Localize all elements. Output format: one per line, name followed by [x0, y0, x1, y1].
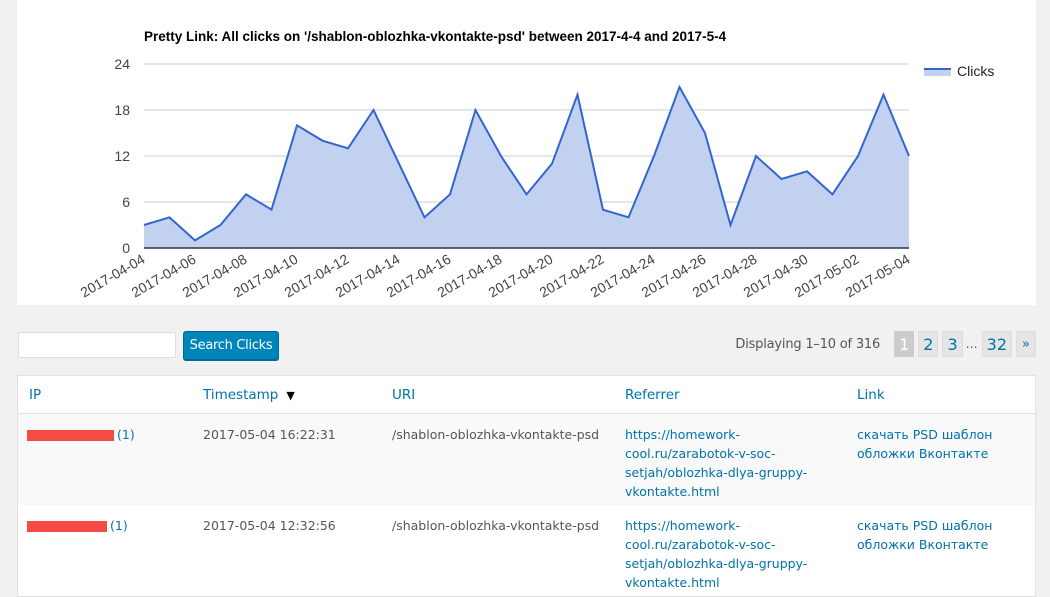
pretty-link[interactable]: скачать PSD шаблон обложки Вконтакте: [857, 516, 992, 554]
referrer-line: https://homework-: [625, 518, 741, 533]
column-header-timestamp[interactable]: Timestamp ▼: [203, 387, 295, 403]
column-header-timestamp-label: Timestamp: [203, 387, 279, 403]
table-row: (1) 2017-05-04 12:32:56 /shablon-oblozhk…: [18, 505, 1035, 596]
next-page-button[interactable]: »: [1016, 331, 1036, 357]
referrer-line: vkontakte.html: [625, 575, 720, 590]
timestamp-cell: 2017-05-04 12:32:56: [203, 518, 336, 533]
column-header-ip[interactable]: IP: [29, 387, 41, 403]
page-last-link[interactable]: 32: [981, 331, 1012, 357]
ip-cell: (1): [27, 516, 128, 535]
table-header: IP Timestamp ▼ URI Referrer Link: [18, 376, 1035, 414]
column-header-referrer[interactable]: Referrer: [625, 387, 680, 403]
link-line: скачать PSD шаблон: [857, 518, 993, 533]
column-header-link[interactable]: Link: [857, 387, 885, 403]
referrer-line: cool.ru/zarabotok-v-soc-: [625, 446, 776, 461]
referrer-line: cool.ru/zarabotok-v-soc-: [625, 537, 776, 552]
pagination-ellipsis: …: [965, 337, 978, 351]
referrer-line: setjah/oblozhka-dlya-gruppy-: [625, 556, 808, 571]
table-row: (1) 2017-05-04 16:22:31 /shablon-oblozhk…: [18, 414, 1035, 505]
y-tick-label: 0: [122, 240, 130, 256]
link-line: обложки Вконтакте: [857, 537, 989, 552]
search-clicks-button[interactable]: Search Clicks: [183, 331, 279, 360]
timestamp-cell: 2017-05-04 16:22:31: [203, 427, 336, 442]
clicks-chart-panel: Pretty Link: All clicks on '/shablon-obl…: [17, 0, 1036, 305]
ip-redacted: [27, 430, 114, 441]
referrer-line: https://homework-: [625, 427, 741, 442]
referrer-line: setjah/oblozhka-dlya-gruppy-: [625, 465, 808, 480]
y-tick-label: 24: [114, 56, 130, 72]
legend-label: Clicks: [957, 63, 994, 79]
clicks-area-fill: [144, 87, 909, 248]
sort-desc-icon: ▼: [286, 389, 295, 402]
clicks-chart: Pretty Link: All clicks on '/shablon-obl…: [77, 29, 994, 300]
page-1-current: 1: [894, 331, 915, 357]
pretty-link[interactable]: скачать PSD шаблон обложки Вконтакте: [857, 425, 992, 463]
pagination: Displaying 1–10 of 316 1 2 3 … 32 »: [735, 331, 1036, 357]
y-tick-label: 6: [122, 194, 130, 210]
displaying-count: Displaying 1–10 of 316: [735, 336, 881, 352]
referrer-link[interactable]: https://homework- cool.ru/zarabotok-v-so…: [625, 516, 807, 592]
page-3-link[interactable]: 3: [942, 331, 963, 357]
chart-title: Pretty Link: All clicks on '/shablon-obl…: [144, 29, 727, 44]
uri-cell: /shablon-oblozhka-vkontakte-psd: [392, 518, 600, 533]
ip-count-link[interactable]: (1): [117, 427, 135, 442]
clicks-table: IP Timestamp ▼ URI Referrer Link (1) 2017…: [17, 375, 1036, 597]
search-input[interactable]: [18, 332, 176, 358]
link-line: обложки Вконтакте: [857, 446, 989, 461]
referrer-link[interactable]: https://homework- cool.ru/zarabotok-v-so…: [625, 425, 807, 501]
referrer-line: vkontakte.html: [625, 484, 720, 499]
chart-legend: Clicks: [924, 63, 994, 79]
ip-cell: (1): [27, 425, 135, 444]
link-line: скачать PSD шаблон: [857, 427, 993, 442]
ip-count-link[interactable]: (1): [110, 518, 128, 533]
ip-redacted: [27, 521, 107, 532]
y-tick-label: 12: [114, 148, 130, 164]
y-tick-label: 18: [114, 102, 130, 118]
uri-cell: /shablon-oblozhka-vkontakte-psd: [392, 427, 600, 442]
page-2-link[interactable]: 2: [918, 331, 939, 357]
column-header-uri[interactable]: URI: [392, 387, 415, 403]
